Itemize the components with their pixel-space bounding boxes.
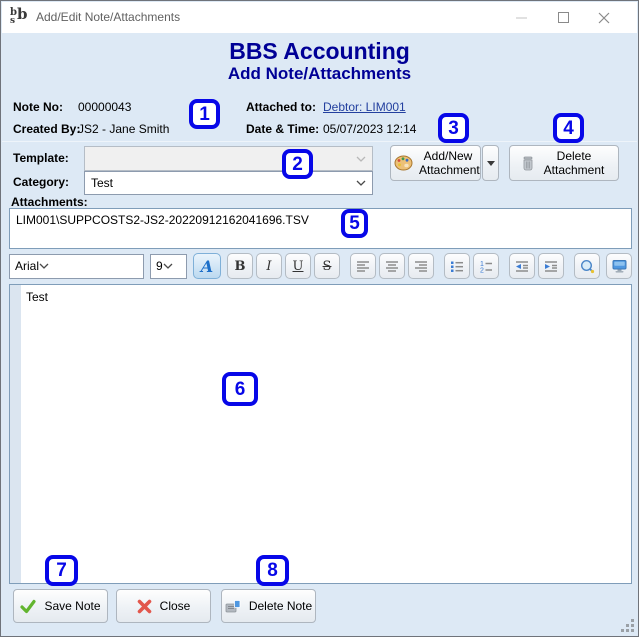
underline-icon: U [292,258,304,274]
annotation-8: 8 [256,555,289,586]
note-text-area[interactable]: Test [9,284,632,584]
app-icon: bsb [10,5,28,26]
red-x-icon [137,599,151,613]
italic-button[interactable]: I [256,253,282,279]
minimize-button[interactable] [500,2,542,33]
chevron-down-icon [356,156,366,162]
attached-to-label: Attached to: [246,100,316,114]
bold-button[interactable]: B [227,253,253,279]
app-title: BBS Accounting [229,38,410,64]
font-family-select[interactable]: Arial [9,253,145,279]
attached-to-link[interactable]: Debtor: LIM001 [323,100,406,114]
note-no-label: Note No: [13,100,63,114]
header-separator [2,141,637,142]
align-right-button[interactable] [408,253,434,279]
category-label: Category: [13,175,70,189]
editor-toolbar: Arial 9 A B I U S 1 2 [9,252,632,280]
annotation-2: 2 [282,149,313,179]
category-select[interactable]: Test [84,171,373,195]
created-by-label: Created By: [13,122,81,136]
indent-icon [545,260,557,272]
note-no-value: 00000043 [78,100,132,114]
numbered-list-icon: 1 2 [480,261,492,273]
close-dialog-button[interactable]: Close [116,589,211,623]
page-title: Add Note/Attachments [227,64,412,83]
annotation-5: 5 [341,209,368,238]
monitor-button[interactable] [606,253,632,279]
align-center-icon [386,260,398,272]
indent-button[interactable] [538,253,564,279]
chevron-down-icon [163,263,173,269]
align-left-button[interactable] [350,253,376,279]
font-size-value: 9 [156,259,163,273]
resize-grip[interactable] [621,619,634,632]
chevron-down-icon [39,263,49,269]
outdent-button[interactable] [509,253,535,279]
save-note-label: Save Note [44,599,101,613]
zoom-button[interactable] [574,253,600,279]
bold-icon: B [234,258,246,274]
bullet-list-button[interactable] [444,253,470,279]
datetime-label: Date & Time: [246,122,320,136]
editor-gutter [10,285,21,583]
font-color-button[interactable]: A [193,253,221,279]
datetime-value: 05/07/2023 12:14 [323,122,417,136]
window-title: Add/Edit Note/Attachments [36,10,181,24]
align-left-icon [357,260,369,272]
check-icon [20,599,37,613]
add-attachment-dropdown-button[interactable] [482,145,499,181]
template-select[interactable] [84,146,373,171]
font-family-value: Arial [15,259,40,273]
attachments-list: LIM001\SUPPCOSTS2-JS2-20220912162041696.… [9,208,632,249]
strikethrough-button[interactable]: S [314,253,340,279]
close-label: Close [159,599,191,613]
font-color-icon: A [200,256,214,276]
maximize-icon [557,12,569,23]
annotation-4: 4 [553,113,584,143]
attachments-label: Attachments: [11,195,88,209]
monitor-icon [612,260,626,273]
close-icon [598,12,610,23]
trash-icon [523,156,533,170]
chevron-down-icon [356,180,366,186]
category-value: Test [91,176,114,190]
palette-icon [394,155,413,171]
delete-attachment-label: Delete Attachment [543,148,605,177]
zoom-icon [580,259,594,273]
template-label: Template: [13,151,69,165]
italic-icon: I [266,258,272,274]
dropdown-arrow-icon [486,160,495,166]
annotation-3: 3 [438,113,469,143]
annotation-1: 1 [189,99,220,129]
delete-note-icon [225,599,241,612]
annotation-7: 7 [45,555,78,586]
delete-note-button[interactable]: Delete Note [221,589,316,623]
bullet-list-icon [451,261,463,272]
title-bar: bsb Add/Edit Note/Attachments [2,2,637,33]
delete-attachment-button[interactable]: Delete Attachment [509,145,619,181]
attachment-item[interactable]: LIM001\SUPPCOSTS2-JS2-20220912162041696.… [10,209,631,231]
align-center-button[interactable] [379,253,405,279]
add-new-attachment-label: Add/New Attachment [419,148,480,177]
maximize-button[interactable] [542,2,584,33]
delete-note-label: Delete Note [248,599,313,613]
created-by-value: JS2 - Jane Smith [78,122,170,136]
minimize-icon [515,17,527,19]
strikethrough-icon: S [322,258,332,274]
underline-button[interactable]: U [285,253,311,279]
add-new-attachment-button[interactable]: Add/New Attachment [390,145,481,181]
font-size-select[interactable]: 9 [150,253,187,279]
dialog-window: bsb Add/Edit Note/Attachments BBS Accoun… [0,0,639,637]
annotation-6: 6 [222,372,258,406]
close-button[interactable] [583,2,625,33]
align-right-icon [415,260,427,272]
numbered-list-button[interactable]: 1 2 [473,253,499,279]
save-note-button[interactable]: Save Note [13,589,108,623]
outdent-icon [516,260,528,272]
note-text: Test [26,290,49,304]
svg-text:2: 2 [480,267,484,273]
